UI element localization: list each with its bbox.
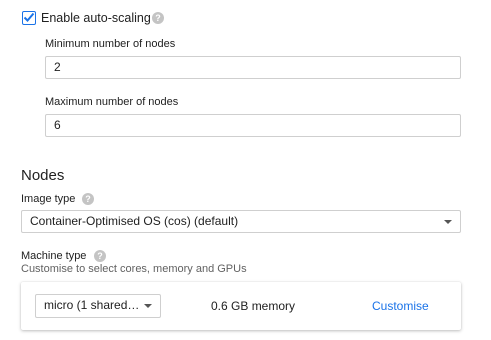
machine-type-description: Customise to select cores, memory and GP… — [21, 263, 247, 275]
machine-type-select[interactable]: micro (1 shared… — [35, 294, 161, 318]
nodes-section-title: Nodes — [21, 167, 65, 184]
image-type-label: Image type — [21, 193, 76, 205]
machine-type-label: Machine type — [21, 250, 87, 262]
image-type-selected: Container-Optimised OS (cos) (default) — [30, 214, 239, 228]
min-nodes-label: Minimum number of nodes — [45, 38, 176, 50]
max-nodes-label: Maximum number of nodes — [45, 96, 179, 108]
memory-value: 0.6 GB memory — [211, 299, 296, 313]
image-type-select[interactable]: Container-Optimised OS (cos) (default) — [21, 210, 461, 233]
machine-type-help-icon[interactable]: ? — [94, 250, 106, 262]
image-type-help-icon[interactable]: ? — [82, 193, 94, 205]
chevron-down-icon[interactable] — [144, 304, 152, 308]
checkmark-icon — [23, 12, 35, 22]
machine-type-selected: micro (1 shared… — [44, 298, 140, 312]
autoscaling-label[interactable]: Enable auto-scaling — [41, 9, 151, 27]
help-icon[interactable]: ? — [152, 12, 164, 24]
chevron-down-icon[interactable] — [444, 220, 452, 224]
autoscaling-checkbox[interactable] — [22, 11, 36, 25]
max-nodes-input[interactable]: 6 — [45, 114, 461, 137]
min-nodes-input[interactable]: 2 — [45, 56, 461, 79]
customise-link[interactable]: Customise — [372, 298, 429, 314]
